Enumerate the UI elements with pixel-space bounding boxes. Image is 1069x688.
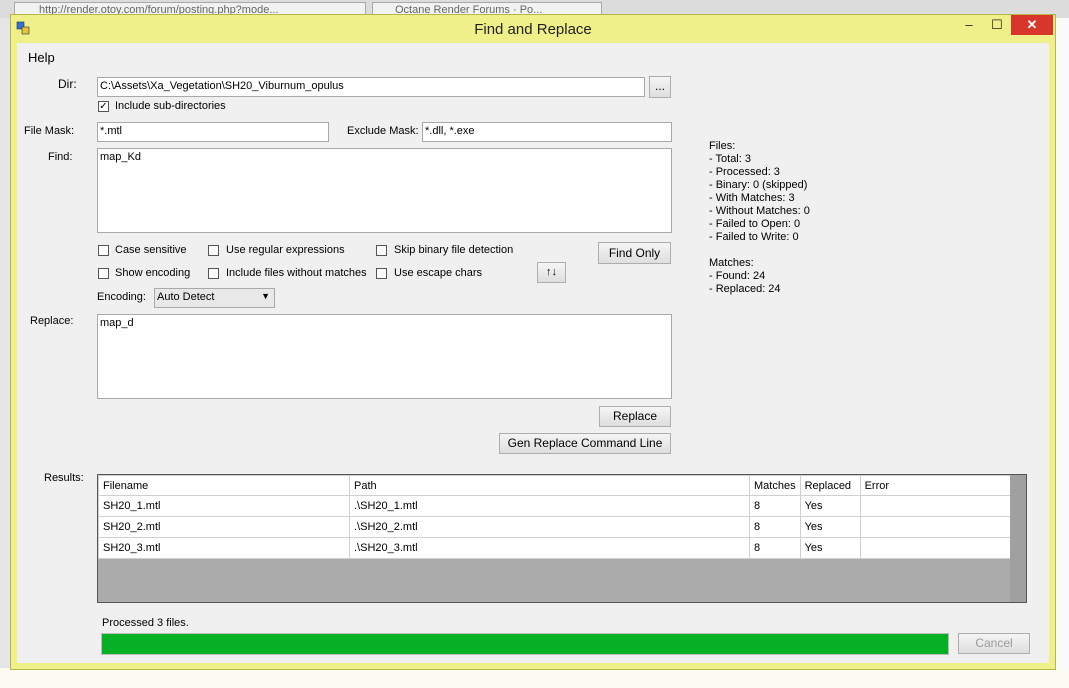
dir-label: Dir: [58, 77, 77, 91]
find-replace-window: Find and Replace – ☐ ✕ Help Dir: C:\Asse… [10, 14, 1056, 670]
cell-matches: 8 [749, 537, 801, 559]
encoding-select[interactable]: Auto Detect ▼ [154, 288, 275, 308]
column-header-error[interactable]: Error [859, 475, 1011, 496]
exclude-mask-label: Exclude Mask: [347, 125, 419, 137]
window-title: Find and Replace [474, 21, 592, 38]
cell-matches: 8 [749, 495, 801, 517]
exclude-mask-input[interactable]: *.dll, *.exe [422, 122, 672, 142]
title-bar[interactable]: Find and Replace – ☐ ✕ [11, 15, 1055, 43]
cell-filename: SH20_2.mtl [98, 516, 350, 538]
table-row[interactable]: SH20_1.mtl .\SH20_1.mtl 8 Yes [98, 495, 1011, 517]
column-header-matches[interactable]: Matches [749, 475, 801, 496]
include-no-matches-label: Include files without matches [226, 267, 367, 279]
stats-files-header: Files: [709, 140, 736, 152]
cell-error [859, 495, 1011, 517]
cell-path: .\SH20_1.mtl [349, 495, 750, 517]
cell-path: .\SH20_2.mtl [349, 516, 750, 538]
results-header-row: Filename Path Matches Replaced Error [98, 475, 1011, 496]
status-text: Processed 3 files. [102, 617, 189, 629]
file-mask-label: File Mask: [24, 125, 75, 137]
cell-error [859, 537, 1011, 559]
results-scrollbar[interactable] [1010, 475, 1026, 602]
show-encoding-label: Show encoding [115, 267, 191, 279]
cell-replaced: Yes [799, 495, 861, 517]
cell-replaced: Yes [799, 516, 861, 538]
find-only-button[interactable]: Find Only [598, 242, 671, 264]
results-grid[interactable]: Filename Path Matches Replaced Error SH2… [97, 474, 1027, 603]
encoding-label: Encoding: [97, 291, 146, 303]
use-regex-label: Use regular expressions [226, 244, 345, 256]
use-regex-checkbox[interactable] [208, 245, 219, 256]
column-header-replaced[interactable]: Replaced [799, 475, 861, 496]
find-label: Find: [48, 151, 73, 163]
include-subdirs-checkbox[interactable]: ✓ [98, 101, 109, 112]
use-escape-label: Use escape chars [394, 267, 483, 279]
find-textarea[interactable]: map_Kd [97, 148, 672, 233]
include-subdirs-label: Include sub-directories [115, 100, 226, 112]
cancel-button[interactable]: Cancel [958, 633, 1030, 654]
use-escape-checkbox[interactable] [376, 268, 387, 279]
minimize-button[interactable]: – [955, 15, 983, 35]
cell-replaced: Yes [799, 537, 861, 559]
cell-path: .\SH20_3.mtl [349, 537, 750, 559]
cell-matches: 8 [749, 516, 801, 538]
stats-processed: - Processed: 3 [709, 166, 780, 178]
browse-button[interactable]: ... [649, 76, 671, 98]
table-row[interactable]: SH20_3.mtl .\SH20_3.mtl 8 Yes [98, 537, 1011, 559]
encoding-select-value: Auto Detect [157, 291, 215, 303]
cell-filename: SH20_1.mtl [98, 495, 350, 517]
table-row[interactable]: SH20_2.mtl .\SH20_2.mtl 8 Yes [98, 516, 1011, 538]
replace-label: Replace: [30, 315, 74, 327]
results-label: Results: [44, 472, 84, 484]
skip-binary-checkbox[interactable] [376, 245, 387, 256]
close-button[interactable]: ✕ [1011, 15, 1053, 35]
file-mask-input[interactable]: *.mtl [97, 122, 329, 142]
stats-matches-header: Matches: [709, 257, 754, 269]
replace-textarea[interactable]: map_d [97, 314, 672, 399]
skip-binary-label: Skip binary file detection [394, 244, 514, 256]
maximize-button[interactable]: ☐ [983, 15, 1011, 35]
menu-help[interactable]: Help [28, 50, 55, 65]
replace-button[interactable]: Replace [599, 406, 671, 427]
stats-found: - Found: 24 [709, 270, 766, 282]
stats-without-matches: - Without Matches: 0 [709, 205, 810, 217]
dir-input[interactable]: C:\Assets\Xa_Vegetation\SH20_Viburnum_op… [97, 77, 645, 97]
show-encoding-checkbox[interactable] [98, 268, 109, 279]
progress-bar [101, 633, 949, 655]
column-header-path[interactable]: Path [349, 475, 750, 496]
case-sensitive-label: Case sensitive [115, 244, 187, 256]
chevron-down-icon: ▼ [261, 291, 270, 301]
dialog-client-area: Help Dir: C:\Assets\Xa_Vegetation\SH20_V… [17, 43, 1049, 663]
stats-failed-open: - Failed to Open: 0 [709, 218, 801, 230]
cell-error [859, 516, 1011, 538]
stats-binary: - Binary: 0 (skipped) [709, 179, 808, 191]
stats-failed-write: - Failed to Write: 0 [709, 231, 799, 243]
cell-filename: SH20_3.mtl [98, 537, 350, 559]
results-table: Filename Path Matches Replaced Error SH2… [98, 475, 1011, 559]
stats-total: - Total: 3 [709, 153, 751, 165]
gen-replace-command-line-button[interactable]: Gen Replace Command Line [499, 433, 671, 454]
progress-bar-fill [102, 634, 948, 654]
include-no-matches-checkbox[interactable] [208, 268, 219, 279]
stats-with-matches: - With Matches: 3 [709, 192, 795, 204]
background-window-bottom [0, 668, 1069, 688]
case-sensitive-checkbox[interactable] [98, 245, 109, 256]
column-header-filename[interactable]: Filename [98, 475, 350, 496]
swap-button[interactable]: ↑↓ [537, 262, 566, 283]
stats-replaced: - Replaced: 24 [709, 283, 781, 295]
